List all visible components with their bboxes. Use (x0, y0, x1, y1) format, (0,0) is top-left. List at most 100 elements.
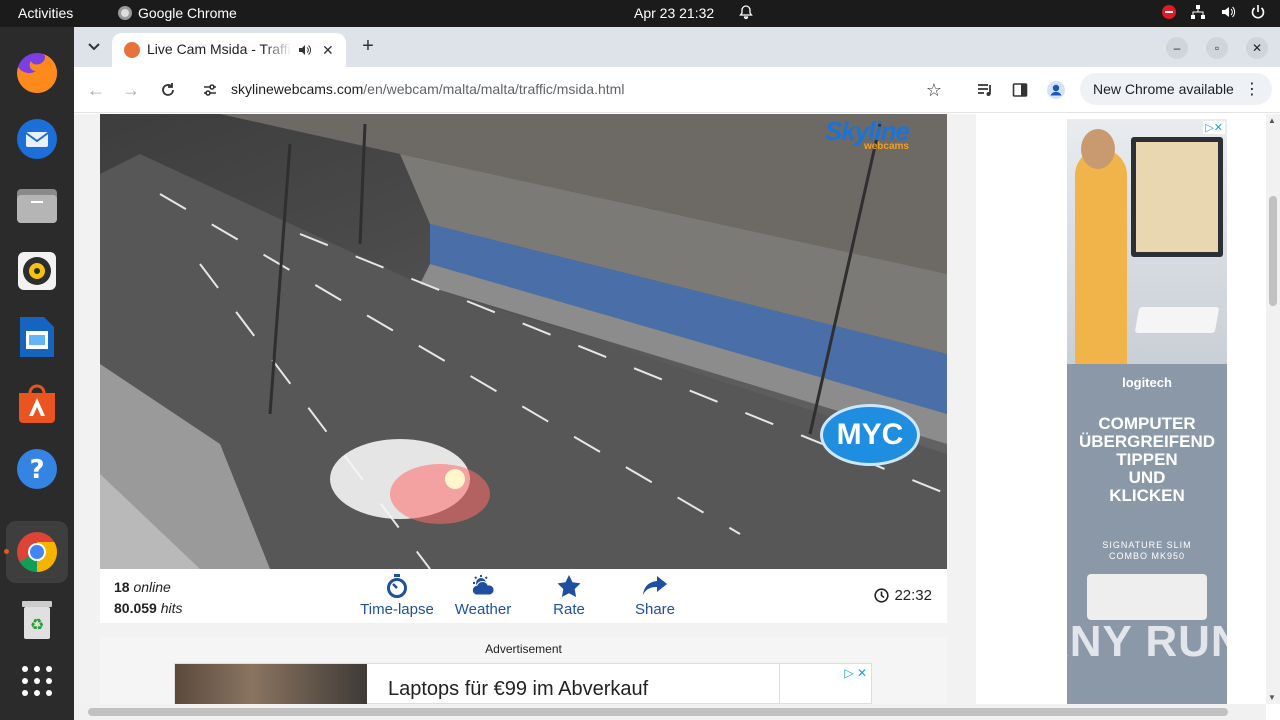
advertisement-section: Advertisement Laptops für €99 im Abverka… (100, 637, 947, 704)
app-name-label: Google Chrome (138, 5, 237, 21)
hits-label: hits (160, 600, 183, 616)
share-label: Share (634, 601, 676, 618)
webcam-scene (100, 114, 947, 569)
forward-arrow-icon[interactable]: → (119, 78, 143, 102)
advertisement-label: Advertisement (485, 642, 562, 656)
rate-button[interactable]: Rate (524, 573, 614, 618)
ad-choices-icon[interactable]: ▷ ✕ (844, 666, 867, 680)
side-panel-icon[interactable] (1010, 80, 1030, 100)
scroll-down-arrow-icon[interactable]: ▼ (1268, 693, 1276, 702)
tab-close-icon[interactable]: ✕ (322, 42, 334, 59)
ad-person-head (1081, 129, 1115, 169)
ad-headline: Laptops für €99 im Abverkauf (388, 678, 649, 700)
files-icon[interactable] (13, 181, 61, 229)
volume-icon (1222, 6, 1236, 18)
url-path: /en/webcam/malta/malta/traffic/msida.htm… (363, 81, 625, 97)
product-line: SIGNATURE SLIM (1102, 540, 1192, 550)
skyline-logo: Skyline webcams (825, 116, 910, 152)
timelapse-button[interactable]: Time-lapse (352, 573, 442, 618)
ad-photo (1067, 119, 1227, 364)
sidebar-ad-close-icon[interactable]: ▷✕ (1203, 121, 1225, 134)
firefox-icon[interactable] (13, 49, 61, 97)
product-line: COMBO MK950 (1108, 551, 1186, 561)
webcam-info-bar: 18 online 80.059 hits Time-lapse Weather (100, 569, 947, 623)
ad-monitor-screen (1136, 142, 1218, 252)
stopwatch-icon (352, 573, 442, 599)
online-count: 18 (114, 579, 130, 595)
site-info-icon[interactable] (202, 82, 218, 103)
close-window-button[interactable]: ✕ (1246, 37, 1268, 59)
reload-icon[interactable] (156, 78, 180, 102)
show-apps-icon[interactable] (13, 657, 61, 705)
media-controls-icon[interactable] (976, 80, 996, 100)
sidebar-ad-headline: COMPUTER ÜBERGREIFEND TIPPEN UND KLICKEN (1067, 415, 1227, 505)
power-icon (1251, 5, 1265, 19)
thunderbird-icon[interactable] (13, 115, 61, 163)
notification-bell-icon (738, 4, 754, 20)
anyrun-watermark: ANY RUN (1037, 617, 1244, 666)
recording-indicator-icon (1162, 5, 1176, 19)
app-center-icon[interactable] (13, 379, 61, 427)
horizontal-scroll-thumb[interactable] (88, 708, 1228, 716)
headline-line: COMPUTER (1098, 414, 1196, 433)
rate-label: Rate (553, 601, 585, 618)
webcam-player[interactable]: Skyline webcams MYC (100, 114, 947, 569)
ad-person (1075, 149, 1127, 364)
url-text: skylinewebcams.com/en/webcam/malta/malta… (231, 81, 624, 97)
bookmark-star-icon[interactable]: ☆ (926, 80, 942, 101)
libreoffice-writer-icon[interactable] (13, 313, 61, 361)
online-label: online (133, 579, 171, 595)
running-indicator (4, 549, 9, 554)
maximize-button[interactable]: ▫ (1206, 37, 1228, 59)
browser-toolbar: ← → skylinewebcams.com/en/webcam/malta/m… (74, 67, 1280, 113)
headline-line: UND (1128, 468, 1166, 487)
dock: ? ♻ (0, 27, 74, 720)
ad-banner[interactable]: Laptops für €99 im Abverkauf ▷ ✕ (174, 663, 872, 704)
new-chrome-available-button[interactable]: New Chrome available ⋮ (1080, 73, 1272, 105)
url-domain: skylinewebcams.com (231, 81, 364, 97)
new-tab-button[interactable]: + (357, 36, 379, 56)
ad-image (175, 664, 367, 704)
chrome-icon (118, 6, 132, 20)
system-tray[interactable] (1162, 4, 1266, 20)
tab-title: Live Cam Msida - Traffic (147, 41, 292, 57)
profile-avatar-icon[interactable] (1046, 80, 1066, 100)
local-time-value: 22:32 (894, 587, 932, 604)
clock[interactable]: Apr 23 21:32 (634, 5, 714, 21)
address-bar[interactable]: skylinewebcams.com/en/webcam/malta/malta… (192, 73, 952, 107)
vertical-scrollbar[interactable]: ▲ ▼ (1266, 114, 1280, 704)
page-viewport: Skyline webcams MYC 18 online 80.059 hit… (74, 114, 1266, 704)
headline-line: TIPPEN (1116, 450, 1178, 469)
vertical-scroll-thumb[interactable] (1269, 196, 1277, 306)
weather-button[interactable]: Weather (438, 573, 528, 618)
system-top-bar: Activities Google Chrome Apr 23 21:32 (0, 0, 1280, 27)
weather-icon (438, 573, 528, 599)
hits-count: 80.059 (114, 600, 157, 616)
chrome-menu-icon[interactable]: ⋮ (1244, 79, 1260, 99)
ad-divider (779, 664, 780, 704)
chevron-down-icon (88, 43, 100, 51)
trash-icon[interactable]: ♻ (13, 595, 61, 643)
main-column: Skyline webcams MYC 18 online 80.059 hit… (74, 114, 976, 704)
back-arrow-icon[interactable]: ← (84, 78, 108, 102)
clock-icon (874, 588, 890, 603)
rhythmbox-icon[interactable] (13, 247, 61, 295)
share-button[interactable]: Share (610, 573, 700, 618)
help-icon[interactable]: ? (13, 445, 61, 493)
horizontal-scrollbar[interactable] (74, 704, 1266, 720)
svg-text:♻: ♻ (30, 615, 44, 634)
ad-keyboard-product-image (1087, 574, 1207, 620)
app-menu[interactable]: Google Chrome (118, 5, 237, 21)
tab-active[interactable]: Live Cam Msida - Traffic ✕ (112, 33, 346, 67)
minimize-button[interactable]: – (1166, 37, 1188, 59)
svg-text:?: ? (29, 455, 44, 485)
headline-line: KLICKEN (1109, 486, 1185, 505)
tab-search-button[interactable] (82, 35, 106, 59)
headline-line: ÜBERGREIFEND (1078, 432, 1215, 451)
chrome-window: Live Cam Msida - Traffic ✕ + – ▫ ✕ ← → s… (74, 27, 1280, 720)
audio-playing-icon[interactable] (298, 43, 312, 62)
scroll-up-arrow-icon[interactable]: ▲ (1268, 116, 1276, 125)
activities-button[interactable]: Activities (18, 5, 73, 21)
star-icon (524, 573, 614, 599)
chrome-icon[interactable] (6, 521, 68, 583)
